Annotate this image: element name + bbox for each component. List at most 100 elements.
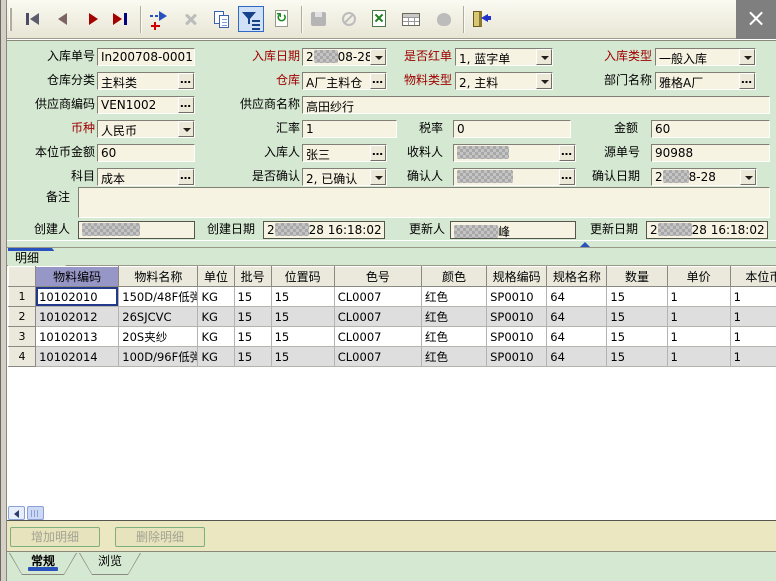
export-excel-button[interactable]	[367, 7, 391, 31]
horizontal-scrollbar[interactable]	[7, 506, 776, 521]
grid-cell[interactable]: 10102013	[36, 327, 119, 347]
splitter-handle-icon[interactable]	[580, 242, 590, 247]
splitter-bar[interactable]	[7, 240, 776, 248]
grid-cell[interactable]: 15	[271, 287, 334, 307]
field-entry-type[interactable]: 一般入库	[655, 48, 756, 66]
grid-cell[interactable]: CL0007	[334, 287, 421, 307]
lookup-button[interactable]: …	[559, 169, 575, 185]
grid-cell[interactable]: SP0010	[487, 327, 547, 347]
lookup-button[interactable]: …	[559, 145, 575, 161]
add-record-button[interactable]	[148, 7, 172, 31]
field-supplier-name[interactable]: 高田纱行	[302, 96, 770, 114]
grid-row-number[interactable]: 4	[9, 347, 36, 367]
cancel-button[interactable]	[337, 7, 361, 31]
grid-view-button[interactable]	[399, 7, 423, 31]
lookup-button[interactable]: …	[739, 73, 755, 89]
grid-cell[interactable]: KG	[198, 347, 234, 367]
grid-col-header[interactable]: 颜色	[421, 267, 486, 287]
grid-col-header[interactable]: 本位币单价	[730, 267, 776, 287]
grid-cell[interactable]: KG	[198, 287, 234, 307]
grid-cell[interactable]: 64	[547, 327, 607, 347]
grid-cell[interactable]: 15	[607, 287, 667, 307]
dropdown-button[interactable]	[536, 73, 552, 89]
grid-cell[interactable]: 15	[234, 327, 271, 347]
refresh-button[interactable]: ↻	[270, 7, 294, 31]
grid-cell[interactable]: SP0010	[487, 347, 547, 367]
copy-button[interactable]	[210, 7, 234, 31]
grid-col-header[interactable]: 色号	[334, 267, 421, 287]
grid-col-header[interactable]: 单位	[198, 267, 234, 287]
tab-browse[interactable]: 浏览	[79, 553, 141, 575]
next-record-button[interactable]	[81, 7, 105, 31]
dropdown-button[interactable]	[536, 49, 552, 65]
grid-row-number[interactable]: 1	[9, 287, 36, 307]
grid-cell[interactable]: 1	[730, 307, 776, 327]
grid-cell[interactable]: 1	[667, 307, 730, 327]
dropdown-button[interactable]	[370, 169, 386, 185]
grid-col-header[interactable]: 单价	[667, 267, 730, 287]
grid-cell[interactable]: 红色	[421, 327, 486, 347]
toolbar-grip[interactable]	[9, 8, 12, 31]
grid-cell[interactable]: 红色	[421, 307, 486, 327]
grid-cell[interactable]: 1	[730, 327, 776, 347]
grid-cell[interactable]: 64	[547, 287, 607, 307]
field-material-type[interactable]: 2, 主料	[455, 72, 553, 90]
grid-cell[interactable]: 26SJCVC	[119, 307, 198, 327]
last-record-button[interactable]	[109, 7, 133, 31]
dropdown-button[interactable]	[370, 49, 386, 65]
grid-cell[interactable]: 1	[667, 327, 730, 347]
grid-cell[interactable]: 15	[271, 347, 334, 367]
grid-cell[interactable]: 红色	[421, 347, 486, 367]
grid-cell[interactable]: 64	[547, 347, 607, 367]
lookup-button[interactable]: …	[370, 145, 386, 161]
field-amount[interactable]: 60	[651, 120, 770, 138]
grid-cell[interactable]: 1	[667, 287, 730, 307]
grid-cell[interactable]: CL0007	[334, 327, 421, 347]
field-update-date[interactable]: 228 16:18:02	[646, 221, 768, 239]
field-warehouse-category[interactable]: 主料类 …	[97, 72, 195, 90]
dropdown-button[interactable]	[739, 49, 755, 65]
grid-cell[interactable]: SP0010	[487, 287, 547, 307]
dropdown-button[interactable]	[740, 169, 756, 185]
grid-cell[interactable]: 15	[607, 327, 667, 347]
grid-cell[interactable]: 15	[607, 307, 667, 327]
grid-cell[interactable]: 64	[547, 307, 607, 327]
dropdown-button[interactable]	[178, 121, 194, 137]
grid-cell[interactable]: 1	[730, 347, 776, 367]
field-entry-date[interactable]: 208-28	[302, 48, 387, 66]
grid-col-header[interactable]: 批号	[234, 267, 271, 287]
first-record-button[interactable]	[21, 7, 45, 31]
grid-cell[interactable]: 15	[271, 307, 334, 327]
grid-col-header[interactable]: 规格名称	[547, 267, 607, 287]
field-tax-rate[interactable]: 0	[453, 120, 571, 138]
stamp-button[interactable]	[432, 7, 456, 31]
grid-col-header[interactable]: 物料编码	[36, 267, 119, 287]
grid-cell[interactable]: KG	[198, 327, 234, 347]
grid-cell[interactable]: 100D/96F低弹	[119, 347, 198, 367]
field-entry-no[interactable]: In200708-0001	[97, 48, 195, 66]
grid-cell[interactable]: SP0010	[487, 307, 547, 327]
close-button[interactable]: ×	[736, 0, 776, 39]
lookup-button[interactable]: …	[178, 73, 194, 89]
field-creator[interactable]	[78, 221, 195, 239]
field-exchange-rate[interactable]: 1	[302, 120, 397, 138]
field-confirm-date[interactable]: 28-28	[651, 168, 757, 186]
tab-detail[interactable]: 明细	[8, 248, 66, 266]
field-currency[interactable]: 人民币	[97, 120, 195, 138]
field-updater[interactable]: 峰	[450, 221, 576, 239]
lookup-button[interactable]: …	[178, 169, 194, 185]
grid-col-header[interactable]: 数量	[607, 267, 667, 287]
grid-row-number[interactable]: 2	[9, 307, 36, 327]
field-subject[interactable]: 成本 …	[97, 168, 195, 186]
field-remark[interactable]	[78, 187, 770, 218]
field-is-red[interactable]: 1, 蓝字单	[455, 48, 553, 66]
field-warehouse[interactable]: A厂主料仓 …	[302, 72, 387, 90]
exit-button[interactable]	[469, 7, 493, 31]
grid-cell[interactable]: 10102014	[36, 347, 119, 367]
field-confirmer[interactable]: …	[453, 168, 576, 186]
grid-cell[interactable]: 15	[234, 347, 271, 367]
grid-cell[interactable]: 15	[234, 287, 271, 307]
field-department[interactable]: 雅格A厂 …	[655, 72, 756, 90]
filter-button[interactable]	[238, 6, 264, 32]
grid-cell[interactable]: 10102012	[36, 307, 119, 327]
